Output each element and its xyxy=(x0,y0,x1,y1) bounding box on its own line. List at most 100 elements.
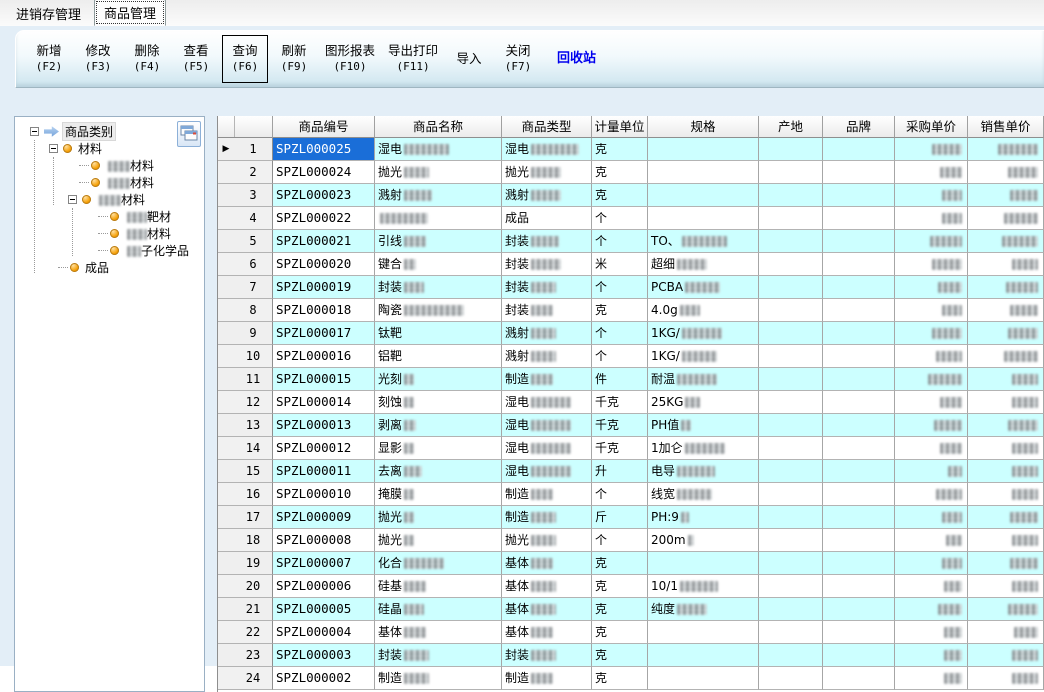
cell-product-name[interactable]: 硅晶 xyxy=(375,598,502,621)
cell-unit[interactable]: 个 xyxy=(592,483,648,506)
cell-product-type[interactable]: 制造 xyxy=(502,483,592,506)
tree-node-材料[interactable]: 材料 xyxy=(15,157,204,174)
cell-product-type[interactable]: 制造 xyxy=(502,667,592,690)
cell-purchase-price[interactable] xyxy=(895,161,968,184)
cell-product-type[interactable]: 封装 xyxy=(502,644,592,667)
cell-product-code[interactable]: SPZL000021 xyxy=(273,230,375,253)
cell-product-name[interactable]: 制造 xyxy=(375,667,502,690)
cell-spec[interactable]: PCBA xyxy=(648,276,759,299)
row-header-cell[interactable]: 24 xyxy=(218,667,273,690)
cell-spec[interactable]: 4.0g xyxy=(648,299,759,322)
cell-sale-price[interactable] xyxy=(968,598,1044,621)
cell-brand[interactable] xyxy=(823,207,895,230)
cell-sale-price[interactable] xyxy=(968,368,1044,391)
cell-sale-price[interactable] xyxy=(968,437,1044,460)
cell-brand[interactable] xyxy=(823,598,895,621)
cell-purchase-price[interactable] xyxy=(895,414,968,437)
cell-origin[interactable] xyxy=(759,483,823,506)
cell-brand[interactable] xyxy=(823,230,895,253)
tree-node-材料[interactable]: 材料 xyxy=(15,225,204,242)
table-row[interactable]: 21SPZL000005硅晶基体克纯度 xyxy=(218,598,1044,621)
cell-unit[interactable]: 克 xyxy=(592,644,648,667)
row-header-cell[interactable]: 17 xyxy=(218,506,273,529)
column-header-商品类型[interactable]: 商品类型 xyxy=(502,116,592,138)
cell-unit[interactable]: 个 xyxy=(592,230,648,253)
cell-purchase-price[interactable] xyxy=(895,391,968,414)
cell-product-name[interactable]: 键合 xyxy=(375,253,502,276)
cell-product-type[interactable]: 基体 xyxy=(502,621,592,644)
cell-spec[interactable]: 线宽 xyxy=(648,483,759,506)
cell-product-type[interactable]: 封装 xyxy=(502,276,592,299)
cell-product-code[interactable]: SPZL000020 xyxy=(273,253,375,276)
cell-brand[interactable] xyxy=(823,437,895,460)
cell-product-code[interactable]: SPZL000006 xyxy=(273,575,375,598)
cell-product-type[interactable]: 封装 xyxy=(502,299,592,322)
row-header-cell[interactable]: 7 xyxy=(218,276,273,299)
cell-unit[interactable]: 个 xyxy=(592,322,648,345)
cell-unit[interactable]: 个 xyxy=(592,345,648,368)
cell-purchase-price[interactable] xyxy=(895,253,968,276)
cell-origin[interactable] xyxy=(759,391,823,414)
cell-brand[interactable] xyxy=(823,161,895,184)
cell-product-type[interactable]: 湿电 xyxy=(502,437,592,460)
row-header-cell[interactable]: 15 xyxy=(218,460,273,483)
cell-sale-price[interactable] xyxy=(968,345,1044,368)
cell-product-code[interactable]: SPZL000018 xyxy=(273,299,375,322)
cell-product-code[interactable]: SPZL000009 xyxy=(273,506,375,529)
cell-product-name[interactable]: 封装 xyxy=(375,276,502,299)
cell-origin[interactable] xyxy=(759,184,823,207)
cell-product-type[interactable]: 湿电 xyxy=(502,460,592,483)
recycle-bin-button[interactable]: 回收站 xyxy=(552,35,601,83)
cell-brand[interactable] xyxy=(823,414,895,437)
cell-purchase-price[interactable] xyxy=(895,644,968,667)
cell-purchase-price[interactable] xyxy=(895,207,968,230)
table-row[interactable]: 10SPZL000016铝靶溅射个1KG/ xyxy=(218,345,1044,368)
table-row[interactable]: 15SPZL000011去离湿电升电导 xyxy=(218,460,1044,483)
cell-product-type[interactable]: 成品 xyxy=(502,207,592,230)
column-header-商品编号[interactable]: 商品编号 xyxy=(273,116,375,138)
cell-purchase-price[interactable] xyxy=(895,184,968,207)
cell-origin[interactable] xyxy=(759,161,823,184)
cell-brand[interactable] xyxy=(823,345,895,368)
row-header-cell[interactable]: 11 xyxy=(218,368,273,391)
cell-origin[interactable] xyxy=(759,138,823,161)
cell-product-type[interactable]: 制造 xyxy=(502,368,592,391)
cell-product-code[interactable]: SPZL000015 xyxy=(273,368,375,391)
cell-unit[interactable]: 克 xyxy=(592,575,648,598)
toolbar-button-导入[interactable]: 导入 xyxy=(446,35,492,83)
cell-sale-price[interactable] xyxy=(968,138,1044,161)
cell-purchase-price[interactable] xyxy=(895,322,968,345)
cell-unit[interactable]: 克 xyxy=(592,161,648,184)
table-row[interactable]: 9SPZL000017钛靶溅射个1KG/ xyxy=(218,322,1044,345)
cell-product-type[interactable]: 基体 xyxy=(502,575,592,598)
cell-product-code[interactable]: SPZL000016 xyxy=(273,345,375,368)
cell-sale-price[interactable] xyxy=(968,322,1044,345)
cell-product-code[interactable]: SPZL000014 xyxy=(273,391,375,414)
cell-origin[interactable] xyxy=(759,368,823,391)
cell-unit[interactable]: 克 xyxy=(592,299,648,322)
cell-sale-price[interactable] xyxy=(968,184,1044,207)
table-row[interactable]: 22SPZL000004基体基体克 xyxy=(218,621,1044,644)
cell-origin[interactable] xyxy=(759,598,823,621)
cell-sale-price[interactable] xyxy=(968,552,1044,575)
cell-purchase-price[interactable] xyxy=(895,506,968,529)
cell-spec[interactable] xyxy=(648,138,759,161)
cell-spec[interactable] xyxy=(648,644,759,667)
cell-sale-price[interactable] xyxy=(968,529,1044,552)
table-row[interactable]: 6SPZL000020键合封装米超细 xyxy=(218,253,1044,276)
row-header-cell[interactable]: 10 xyxy=(218,345,273,368)
cell-origin[interactable] xyxy=(759,253,823,276)
tree-node-商品类别[interactable]: 商品类别 xyxy=(15,123,204,140)
cell-spec[interactable] xyxy=(648,621,759,644)
row-header-cell[interactable]: 21 xyxy=(218,598,273,621)
cell-spec[interactable]: 耐温 xyxy=(648,368,759,391)
cell-origin[interactable] xyxy=(759,230,823,253)
tree-node-子化学品[interactable]: 子化学品 xyxy=(15,242,204,259)
cell-product-name[interactable]: 封装 xyxy=(375,644,502,667)
cell-product-name[interactable]: 引线 xyxy=(375,230,502,253)
tree-node-材料[interactable]: 材料 xyxy=(15,174,204,191)
cell-product-name[interactable]: 抛光 xyxy=(375,529,502,552)
cell-sale-price[interactable] xyxy=(968,621,1044,644)
cell-origin[interactable] xyxy=(759,414,823,437)
cell-purchase-price[interactable] xyxy=(895,276,968,299)
